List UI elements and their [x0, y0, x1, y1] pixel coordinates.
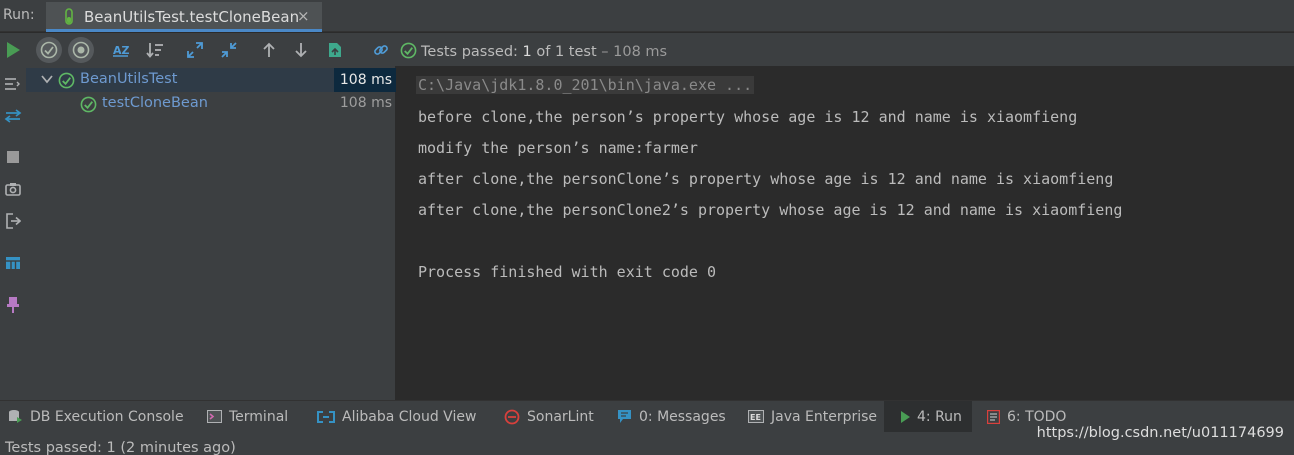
db-console-icon — [8, 409, 23, 424]
watermark-text: https://blog.csdn.net/u011174699 — [1036, 425, 1284, 441]
console-line: modify the person’s name:farmer — [418, 139, 698, 157]
tool-tab-terminal[interactable]: Terminal — [207, 401, 288, 432]
run-icon — [900, 410, 910, 423]
check-circle-icon — [40, 41, 58, 59]
play-icon — [7, 42, 20, 58]
close-icon[interactable]: × — [297, 7, 310, 25]
test-tube-icon — [64, 8, 74, 30]
stop-circle-icon — [72, 41, 90, 59]
pin-tab-button[interactable] — [3, 295, 23, 315]
run-tab-bar: Run: BeanUtilsTest.testCloneBean × — [0, 0, 1294, 32]
console-line: after clone,the personClone2’s property … — [418, 201, 1123, 219]
check-circle-icon — [80, 96, 97, 113]
svg-text:AZ: AZ — [113, 44, 130, 57]
rerun-button[interactable] — [0, 37, 26, 63]
tool-tab-label: Alibaba Cloud View — [342, 408, 477, 425]
svg-text:EE: EE — [750, 413, 761, 422]
stop-button[interactable] — [3, 147, 23, 167]
collapse-all-button[interactable] — [216, 37, 242, 63]
tool-tab-sonarlint[interactable]: SonarLint — [504, 401, 594, 432]
camera-icon — [5, 183, 21, 196]
next-failed-test-button[interactable] — [288, 37, 314, 63]
sort-duration-icon — [146, 43, 163, 58]
messages-icon — [617, 409, 632, 424]
terminal-icon — [207, 410, 222, 423]
tool-tab-label: 0: Messages — [639, 408, 726, 425]
tree-item-duration: 108 ms — [339, 95, 392, 111]
left-action-strip — [0, 66, 26, 400]
console-line: Process finished with exit code 0 — [418, 263, 717, 281]
tool-tab-label: 6: TODO — [1007, 408, 1067, 425]
todo-icon — [987, 409, 1000, 424]
tool-tab-label: 4: Run — [917, 408, 962, 425]
restore-layout-button[interactable] — [3, 253, 23, 273]
settings-link-button[interactable] — [368, 37, 394, 63]
console-line: before clone,the person’s property whose… — [418, 108, 1078, 126]
tree-row-test-class[interactable]: BeanUtilsTest 108 ms — [26, 68, 396, 92]
check-circle-icon — [400, 42, 417, 59]
tree-item-label: testCloneBean — [102, 95, 208, 111]
tool-tab-label: SonarLint — [527, 408, 594, 425]
link-icon — [374, 45, 388, 55]
exit-icon — [6, 213, 21, 229]
dump-threads-button[interactable] — [3, 179, 23, 199]
console-output[interactable]: C:\Java\jdk1.8.0_201\bin\java.exe ... be… — [397, 66, 1294, 400]
chevron-down-icon — [41, 75, 53, 84]
swap-button[interactable] — [3, 106, 23, 126]
expand-icon — [187, 42, 203, 58]
exit-button[interactable] — [3, 211, 23, 231]
tree-item-duration: 108 ms — [333, 68, 396, 92]
run-tab-title: BeanUtilsTest.testCloneBean — [84, 8, 300, 26]
pin-icon — [7, 297, 19, 313]
tool-tab-label: Java Enterprise — [771, 408, 878, 425]
sort-alpha-icon: AZ — [113, 44, 130, 57]
status-passed-count: 1 — [522, 44, 532, 60]
tool-tab-label: Terminal — [229, 408, 289, 425]
layout-icon — [6, 257, 20, 269]
tool-tab-alibaba-cloud[interactable]: Alibaba Cloud View — [317, 401, 476, 432]
check-circle-icon — [58, 72, 75, 89]
soft-wrap-button[interactable] — [3, 74, 23, 94]
export-test-results-button[interactable] — [322, 37, 348, 63]
tool-tab-run[interactable]: 4: Run — [884, 401, 972, 432]
sort-alphabetically-button[interactable]: AZ — [108, 37, 134, 63]
status-total: of 1 test — [531, 44, 597, 60]
stop-icon — [7, 151, 19, 163]
run-label: Run: — [3, 7, 35, 23]
sonarlint-icon — [504, 409, 520, 425]
show-ignored-toggle[interactable] — [68, 37, 94, 63]
arrow-down-icon — [295, 43, 307, 58]
tree-row-test-method[interactable]: testCloneBean 108 ms — [26, 92, 396, 116]
show-passed-toggle[interactable] — [36, 37, 62, 63]
expand-all-button[interactable] — [182, 37, 208, 63]
status-prefix: Tests passed: — [421, 44, 523, 60]
previous-failed-test-button[interactable] — [256, 37, 282, 63]
run-config-tab[interactable]: BeanUtilsTest.testCloneBean × — [46, 2, 322, 32]
tool-tab-java-enterprise[interactable]: EE Java Enterprise — [748, 401, 877, 432]
arrow-up-icon — [263, 42, 275, 57]
export-icon — [329, 43, 341, 57]
tree-item-label: BeanUtilsTest — [80, 71, 178, 87]
sort-by-duration-button[interactable] — [142, 37, 168, 63]
console-command-line[interactable]: C:\Java\jdk1.8.0_201\bin\java.exe ... — [416, 76, 755, 94]
tool-tab-label: DB Execution Console — [30, 408, 184, 425]
test-results-tree: BeanUtilsTest 108 ms testCloneBean 108 m… — [26, 66, 396, 400]
test-runner-toolbar: AZ Tests passed: 1 of 1 test – 108 ms — [0, 33, 1294, 66]
tool-tab-messages[interactable]: 0: Messages — [617, 401, 726, 432]
java-enterprise-icon: EE — [748, 410, 764, 423]
swap-arrows-icon — [4, 109, 22, 123]
test-status-summary: Tests passed: 1 of 1 test – 108 ms — [400, 39, 667, 60]
tool-tab-db-console[interactable]: DB Execution Console — [8, 401, 184, 432]
cloud-icon — [317, 410, 335, 423]
soft-wrap-icon — [5, 78, 20, 90]
ide-status-bar: Tests passed: 1 (2 minutes ago) https://… — [0, 425, 1294, 455]
collapse-icon — [221, 42, 237, 58]
status-duration: – 108 ms — [596, 44, 668, 60]
console-line: after clone,the personClone’s property w… — [418, 170, 1114, 188]
status-message[interactable]: Tests passed: 1 (2 minutes ago) — [5, 440, 236, 455]
